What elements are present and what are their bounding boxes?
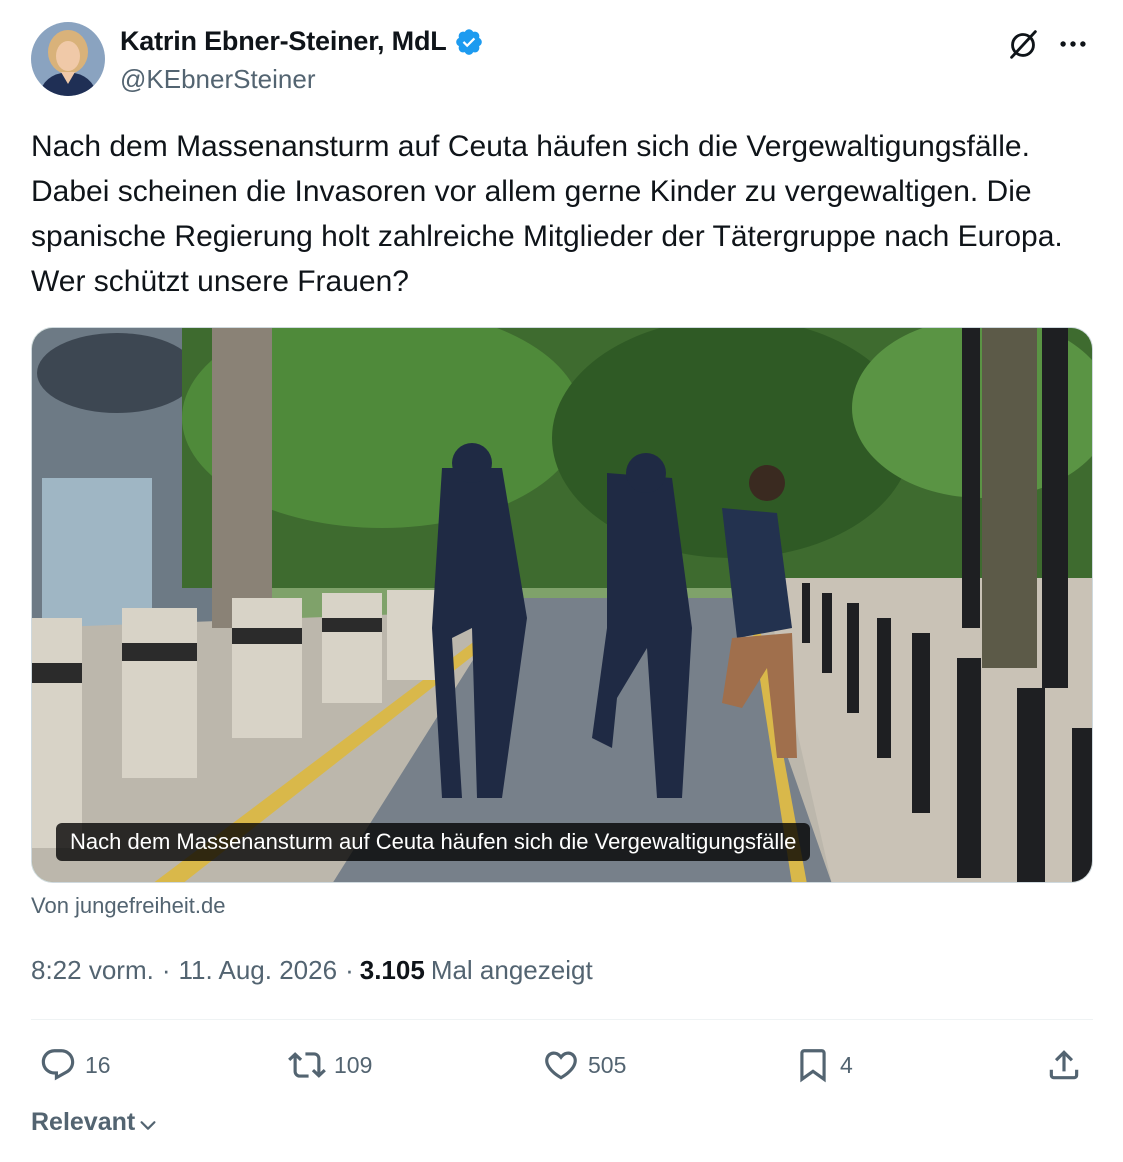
link-card-caption: Nach dem Massenansturm auf Ceuta häufen …: [56, 823, 811, 861]
sort-replies-dropdown[interactable]: Relevant: [31, 1108, 159, 1137]
sort-label: Relevant: [31, 1108, 136, 1136]
grok-button[interactable]: [1003, 24, 1043, 64]
tweet-time[interactable]: 8:22 vorm.: [31, 955, 154, 986]
link-card-source[interactable]: Von jungefreiheit.de: [31, 893, 226, 919]
action-bar: 16 109 505 4: [31, 1040, 1093, 1090]
views-count: 3.105: [359, 955, 425, 985]
reply-icon: [41, 1049, 75, 1081]
repost-count: 109: [334, 1051, 373, 1078]
chevron-down-icon: [140, 1120, 156, 1130]
user-handle[interactable]: @KEbnerSteiner: [120, 64, 316, 95]
more-options-button[interactable]: [1053, 24, 1093, 64]
meta-separator: ·: [345, 955, 354, 985]
avatar[interactable]: [31, 22, 105, 96]
display-name[interactable]: Katrin Ebner-Steiner, MdL: [120, 26, 447, 57]
share-icon: [1049, 1050, 1079, 1080]
like-count: 505: [588, 1051, 627, 1078]
grok-icon: [1010, 30, 1037, 59]
avatar-image: [31, 22, 105, 96]
like-button[interactable]: 505: [542, 1040, 626, 1090]
tweet-text: Nach dem Massenansturm auf Ceuta häufen …: [31, 130, 1063, 298]
share-button[interactable]: [1045, 1040, 1083, 1090]
tweet-meta: 8:22 vorm. · 11. Aug. 2026 · 3.105 Mal a…: [31, 955, 593, 986]
reply-count: 16: [85, 1051, 111, 1078]
verified-badge-icon: [454, 27, 484, 57]
name-row: Katrin Ebner-Steiner, MdL: [120, 26, 484, 57]
like-icon: [545, 1051, 577, 1080]
link-card-image[interactable]: Nach dem Massenansturm auf Ceuta häufen …: [31, 327, 1093, 883]
tweet-header: Katrin Ebner-Steiner, MdL @KEbnerSteiner: [31, 22, 1093, 98]
more-icon: [1060, 41, 1086, 47]
repost-icon: [288, 1052, 326, 1078]
meta-separator: ·: [161, 955, 171, 985]
repost-button[interactable]: 109: [288, 1040, 372, 1090]
tweet-date[interactable]: 11. Aug. 2026: [179, 955, 338, 986]
news-photo: [32, 328, 1092, 882]
views-label: Mal angezeigt: [430, 955, 593, 985]
divider: [31, 1019, 1093, 1020]
bookmark-count: 4: [840, 1051, 853, 1078]
bookmark-button[interactable]: 4: [794, 1040, 853, 1090]
bookmark-icon: [800, 1049, 826, 1083]
reply-button[interactable]: 16: [39, 1040, 111, 1090]
